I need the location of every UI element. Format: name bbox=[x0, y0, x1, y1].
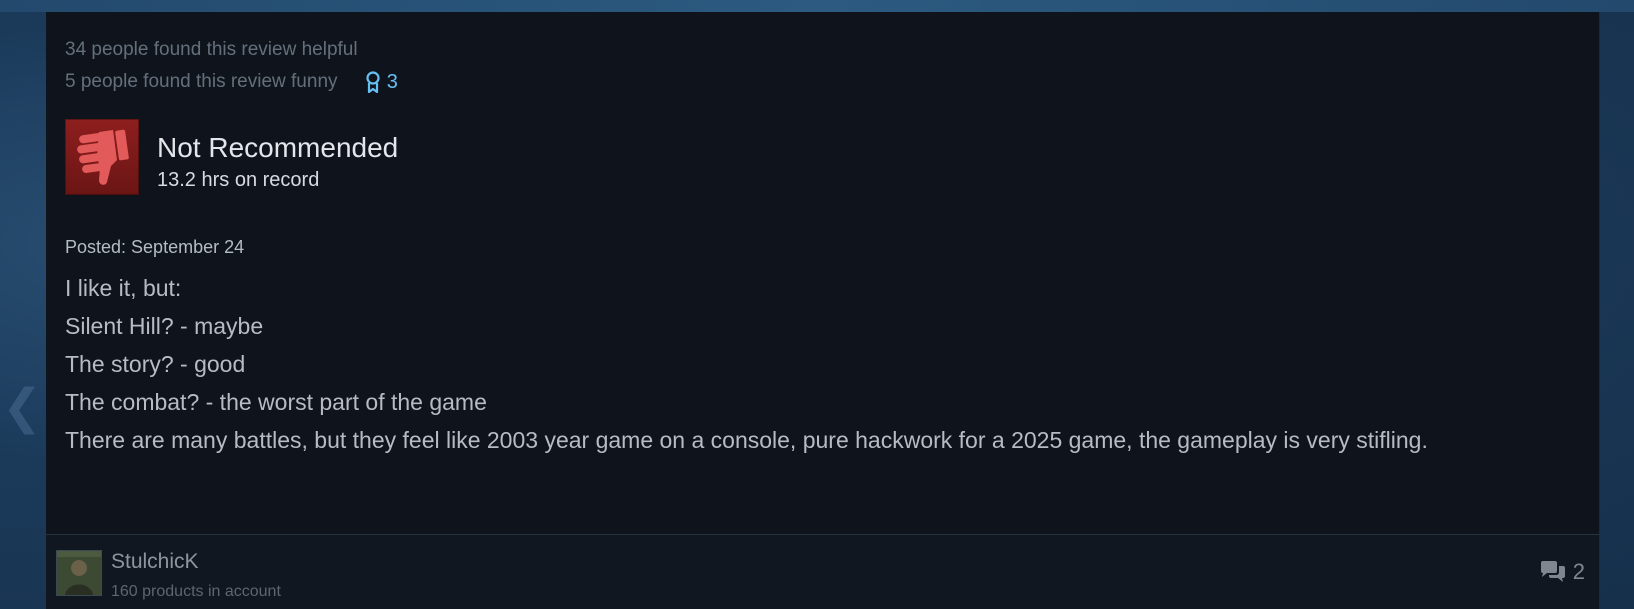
recommendation-text: Not Recommended 13.2 hrs on record bbox=[157, 131, 398, 193]
author-info: StulchicK 160 products in account bbox=[111, 549, 281, 603]
review-line: The combat? - the worst part of the game bbox=[65, 389, 487, 415]
award-ribbon-icon bbox=[366, 71, 380, 93]
author-products[interactable]: 160 products in account bbox=[111, 581, 281, 603]
review-line: There are many battles, but they feel li… bbox=[65, 427, 1428, 453]
review-line: I like it, but: bbox=[65, 275, 182, 301]
review-card: 34 people found this review helpful 5 pe… bbox=[46, 12, 1600, 609]
review-footer: StulchicK 160 products in account 2 bbox=[46, 535, 1599, 609]
award-badge[interactable]: 3 bbox=[365, 66, 398, 98]
previous-arrow-icon[interactable]: ❮ bbox=[2, 378, 42, 438]
funny-count-line: 5 people found this review funny 3 bbox=[65, 66, 398, 98]
page-top-strip bbox=[0, 0, 1634, 12]
comments-icon bbox=[1540, 561, 1565, 582]
avatar-image bbox=[57, 551, 101, 595]
vote-summary: 34 people found this review helpful 5 pe… bbox=[65, 34, 398, 98]
award-count: 3 bbox=[386, 71, 398, 93]
review-line: Silent Hill? - maybe bbox=[65, 313, 264, 339]
review-line: The story? - good bbox=[65, 351, 246, 377]
helpful-count-text: 34 people found this review helpful bbox=[65, 39, 358, 60]
author-name[interactable]: StulchicK bbox=[111, 549, 281, 575]
comments-count: 2 bbox=[1572, 559, 1585, 584]
funny-count-text: 5 people found this review funny bbox=[65, 71, 338, 93]
recommendation-header[interactable]: Not Recommended 13.2 hrs on record bbox=[65, 119, 398, 195]
posted-date: Posted: September 24 bbox=[65, 237, 245, 257]
hours-on-record: 13.2 hrs on record bbox=[157, 169, 320, 191]
not-recommended-thumb bbox=[65, 119, 139, 195]
recommendation-title[interactable]: Not Recommended bbox=[157, 131, 398, 165]
thumbs-down-icon bbox=[77, 129, 129, 185]
review-body: I like it, but: Silent Hill? - maybe The… bbox=[65, 269, 1575, 459]
avatar[interactable] bbox=[56, 550, 102, 596]
comments-link[interactable]: 2 bbox=[1539, 559, 1585, 585]
